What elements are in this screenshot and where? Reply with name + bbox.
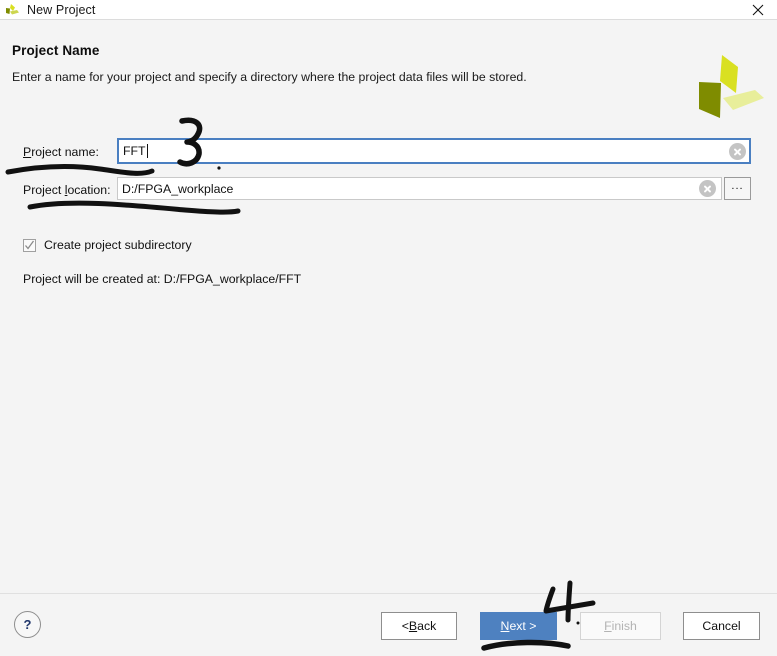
project-name-value: FFT: [123, 144, 146, 158]
footer-divider: [0, 593, 777, 594]
window-title: New Project: [27, 2, 96, 17]
vivado-logo-icon: [4, 2, 20, 18]
project-name-label-text: roject name:: [31, 145, 99, 159]
page-subtitle: Enter a name for your project and specif…: [12, 70, 527, 84]
finish-button-mnemonic: F: [604, 619, 612, 633]
cancel-button[interactable]: Cancel: [683, 612, 760, 640]
project-location-value: D:/FPGA_workplace: [122, 181, 234, 196]
project-location-label-pre: Project: [23, 183, 65, 197]
next-button-label: ext >: [509, 619, 537, 633]
back-button-mnemonic: B: [408, 619, 418, 633]
project-name-label-mnemonic: P: [23, 145, 32, 159]
project-name-label: Project name:: [23, 145, 99, 159]
text-caret: [146, 144, 148, 158]
create-subdirectory-checkbox[interactable]: [23, 238, 36, 252]
header-divider: [0, 19, 777, 20]
project-location-label: Project location:: [23, 183, 111, 197]
finish-button-label: inish: [611, 619, 637, 633]
create-subdirectory-checkbox-row[interactable]: Create project subdirectory: [23, 238, 192, 252]
question-mark-icon[interactable]: ?: [14, 611, 41, 638]
create-subdirectory-label: Create project subdirectory: [44, 238, 192, 252]
project-created-at-text: Project will be created at: D:/FPGA_work…: [23, 272, 302, 286]
clear-x-icon-project-name[interactable]: [729, 143, 746, 160]
close-icon[interactable]: [739, 0, 777, 19]
project-location-label-text: ocation:: [67, 183, 111, 197]
next-button-mnemonic: N: [500, 619, 510, 633]
finish-button[interactable]: Finish: [580, 612, 661, 640]
checkmark-icon: [25, 240, 35, 250]
page-title: Project Name: [12, 43, 100, 58]
cancel-button-label: Cancel: [702, 619, 741, 633]
window-titlebar: New Project: [0, 0, 777, 19]
xilinx-vivado-logo: [694, 50, 766, 122]
back-button-label: ack: [417, 619, 437, 633]
new-project-dialog: Project Name Enter a name for your proje…: [0, 19, 777, 656]
ellipsis-browse-icon[interactable]: ...: [724, 177, 751, 200]
next-button[interactable]: Next >: [480, 612, 557, 640]
project-name-input[interactable]: FFT: [117, 138, 751, 164]
back-button-pre: <: [401, 619, 409, 633]
back-button[interactable]: < Back: [381, 612, 457, 640]
clear-x-icon-project-location[interactable]: [699, 180, 716, 197]
project-location-input[interactable]: D:/FPGA_workplace: [117, 177, 722, 200]
